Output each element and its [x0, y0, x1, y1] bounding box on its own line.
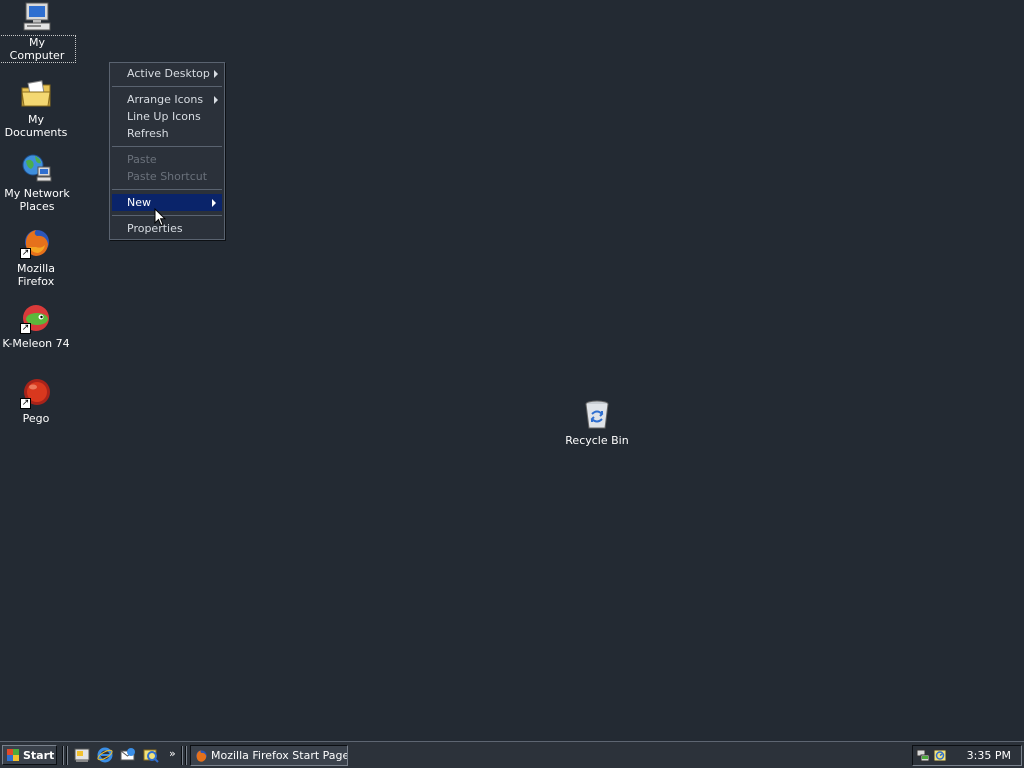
menu-item-properties[interactable]: Properties — [110, 220, 224, 237]
taskbar-divider — [66, 746, 68, 765]
desktop-icon-k-meleon[interactable]: ↗ K-Meleon 74 — [0, 302, 74, 350]
outlook-express-icon[interactable] — [120, 747, 136, 763]
windows-logo-icon — [7, 749, 19, 761]
menu-item-active-desktop[interactable]: Active Desktop — [110, 65, 224, 82]
desktop-icon-label: Pego — [22, 412, 50, 425]
menu-item-label: New — [127, 196, 151, 209]
desktop-icon-my-documents[interactable]: My Documents — [0, 78, 74, 139]
clock[interactable]: 3:35 PM — [967, 749, 1011, 762]
taskbar-divider — [185, 746, 187, 765]
submenu-arrow-icon — [214, 70, 218, 78]
menu-item-label: Refresh — [127, 127, 169, 140]
firefox-icon — [196, 749, 207, 762]
menu-item-paste-shortcut: Paste Shortcut — [110, 168, 224, 185]
desktop-icon-my-network-places[interactable]: My Network Places — [0, 152, 75, 213]
menu-separator — [112, 189, 222, 190]
k-meleon-icon: ↗ — [20, 302, 52, 334]
desktop-icon-label: My Computer — [0, 35, 76, 63]
submenu-arrow-icon — [214, 96, 218, 104]
desktop-icon-label: Mozilla Firefox — [17, 262, 55, 288]
menu-separator — [112, 146, 222, 147]
menu-item-paste: Paste — [110, 151, 224, 168]
shortcut-arrow-icon: ↗ — [20, 248, 31, 259]
my-documents-icon — [20, 78, 52, 110]
menu-item-line-up-icons[interactable]: Line Up Icons — [110, 108, 224, 125]
desktop-icon-label: My Network Places — [3, 187, 70, 213]
desktop-icon-recycle-bin[interactable]: Recycle Bin — [559, 399, 635, 447]
menu-item-label: Arrange Icons — [127, 93, 204, 106]
label-line-2: Places — [19, 200, 55, 213]
desktop-context-menu: Active Desktop Arrange Icons Line Up Ico… — [109, 62, 225, 240]
pego-icon: ↗ — [20, 377, 52, 409]
menu-item-label: Active Desktop — [127, 67, 210, 80]
task-button-firefox[interactable]: Mozilla Firefox Start Page... — [190, 745, 348, 766]
submenu-arrow-icon — [212, 199, 216, 207]
firefox-icon: ↗ — [20, 227, 52, 259]
start-label: Start — [23, 748, 55, 762]
shortcut-arrow-icon: ↗ — [20, 323, 31, 334]
desktop-icon-label: K-Meleon 74 — [2, 337, 70, 350]
taskbar-divider — [181, 746, 183, 765]
menu-item-arrange-icons[interactable]: Arrange Icons — [110, 91, 224, 108]
desktop-icon-pego[interactable]: ↗ Pego — [0, 377, 74, 425]
recycle-bin-icon — [581, 399, 613, 431]
taskbar: Start » Mozilla Firefox Start Page... 3:… — [0, 741, 1024, 768]
task-button-label: Mozilla Firefox Start Page... — [211, 749, 348, 762]
label-line-1: My Network — [4, 187, 70, 200]
desktop-icon-mozilla-firefox[interactable]: ↗ Mozilla Firefox — [0, 227, 74, 288]
desktop-icon-label: Recycle Bin — [565, 434, 629, 447]
menu-item-label: Paste — [127, 153, 157, 166]
shortcut-arrow-icon: ↗ — [20, 398, 31, 409]
quick-launch-more-button[interactable]: » — [169, 747, 176, 760]
menu-item-new[interactable]: New — [112, 194, 222, 211]
start-button[interactable]: Start — [2, 745, 57, 765]
menu-separator — [112, 86, 222, 87]
show-desktop-icon[interactable] — [74, 747, 90, 763]
network-tray-icon[interactable] — [916, 748, 931, 763]
menu-item-label: Paste Shortcut — [127, 170, 208, 183]
my-network-places-icon — [21, 152, 53, 184]
desktop-icon-label: My Documents — [4, 113, 68, 139]
taskbar-divider — [62, 746, 64, 765]
system-tray: 3:35 PM — [912, 745, 1022, 766]
media-icon[interactable] — [143, 747, 159, 763]
desktop-icon-my-computer[interactable]: My Computer — [0, 1, 76, 63]
mouse-cursor-icon — [154, 207, 167, 230]
security-tray-icon[interactable] — [933, 748, 948, 763]
menu-item-label: Line Up Icons — [127, 110, 201, 123]
my-computer-icon — [21, 1, 53, 33]
menu-item-refresh[interactable]: Refresh — [110, 125, 224, 142]
menu-separator — [112, 215, 222, 216]
internet-explorer-icon[interactable] — [97, 747, 113, 763]
